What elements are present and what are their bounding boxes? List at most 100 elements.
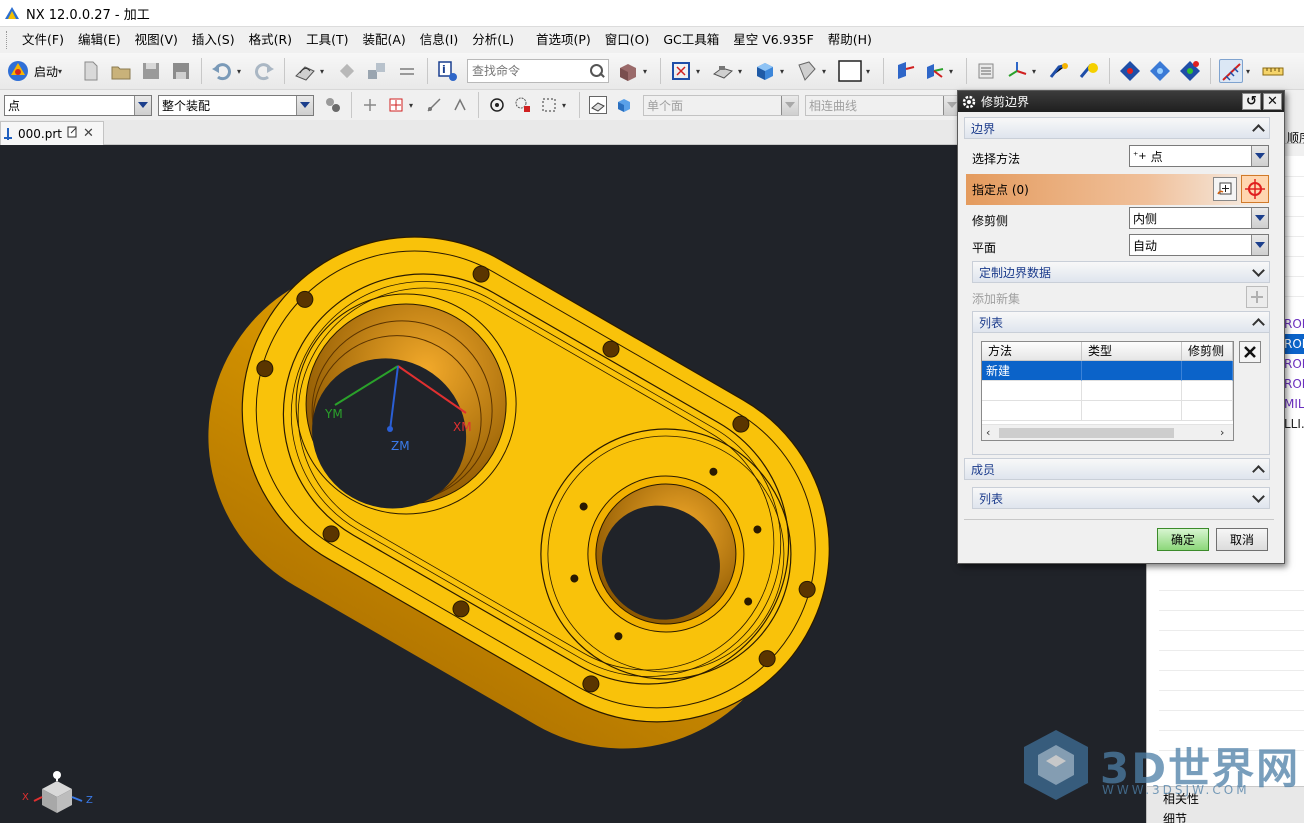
scroll-left-icon[interactable]: ‹ — [986, 426, 990, 439]
pin-icon[interactable] — [4, 127, 13, 140]
select-method-select[interactable]: ⁺+ 点 — [1129, 145, 1269, 167]
section-dropdown-icon[interactable]: ▾ — [822, 67, 830, 76]
boundary-group-header[interactable]: 边界 — [964, 117, 1270, 139]
menu-assembly[interactable]: 装配(A) — [355, 27, 412, 53]
navigator-row[interactable]: ROI — [1284, 337, 1304, 351]
wcs-icon[interactable] — [892, 59, 916, 83]
csys-icon[interactable] — [1005, 59, 1029, 83]
chevron-down-icon[interactable] — [296, 95, 313, 115]
details-panel-label[interactable]: 细节 — [1163, 810, 1187, 823]
dialog-title-bar[interactable]: 修剪边界 ↺ ✕ — [958, 91, 1284, 112]
menu-edit[interactable]: 编辑(E) — [71, 27, 128, 53]
undo-dropdown-icon[interactable]: ▾ — [237, 67, 245, 76]
start-dropdown-icon[interactable]: ▾ — [58, 67, 66, 76]
selection-scope-select[interactable]: 整个装配 — [158, 94, 314, 116]
list-group-header[interactable]: 列表 — [972, 311, 1270, 333]
rectangle-select-icon[interactable] — [540, 96, 558, 114]
csys-snap-icon[interactable] — [451, 96, 469, 114]
boundary-list[interactable]: 方法 类型 修剪侧 新建 ‹ › — [981, 341, 1234, 441]
menu-preferences[interactable]: 首选项(P) — [529, 27, 598, 53]
trim-side-select[interactable]: 内侧 — [1129, 207, 1269, 229]
command-finder[interactable] — [467, 59, 610, 83]
members-group-header[interactable]: 成员 — [964, 458, 1270, 480]
chevron-down-icon[interactable] — [1251, 208, 1268, 228]
snap-center-icon[interactable] — [488, 96, 506, 114]
chevron-down-icon[interactable] — [1251, 146, 1268, 166]
list-row-trim-side[interactable] — [1182, 361, 1233, 381]
menu-format[interactable]: 格式(R) — [242, 27, 299, 53]
members-list-header[interactable]: 列表 — [972, 487, 1270, 509]
background-dropdown-icon[interactable]: ▾ — [866, 67, 874, 76]
fit-view-icon[interactable] — [669, 59, 693, 83]
toolpath-icon[interactable] — [1219, 59, 1244, 83]
dialog-close-button[interactable]: ✕ — [1263, 93, 1282, 110]
render-style-dropdown-icon[interactable]: ▾ — [780, 67, 788, 76]
view-triad-icon[interactable] — [30, 771, 92, 817]
type-filter-select[interactable]: 点 — [4, 94, 152, 116]
add-new-set-button[interactable] — [1246, 286, 1268, 308]
sketch-icon[interactable] — [293, 59, 317, 83]
close-icon[interactable]: ✕ — [83, 126, 94, 141]
wcs-orient-icon[interactable] — [922, 59, 946, 83]
shaded-cube-icon[interactable] — [616, 59, 640, 83]
ok-button[interactable]: 确定 — [1157, 528, 1209, 551]
render-style-icon[interactable] — [753, 59, 777, 83]
list-horizontal-scrollbar[interactable]: ‹ › — [982, 424, 1233, 440]
point-dialog-button[interactable] — [1213, 177, 1237, 201]
navigator-row[interactable]: MIL — [1284, 397, 1304, 411]
command-search-input[interactable] — [472, 64, 583, 78]
snap-settings-icon[interactable] — [514, 96, 532, 114]
xingkong-tool-icon[interactable] — [1077, 59, 1101, 83]
section-view-icon[interactable] — [795, 59, 819, 83]
menu-file[interactable]: 文件(F) — [15, 27, 71, 53]
fit-dropdown-icon[interactable]: ▾ — [696, 67, 704, 76]
cam-op-green-icon[interactable] — [1178, 59, 1202, 83]
csys-dropdown-icon[interactable]: ▾ — [1032, 67, 1040, 76]
vector-icon[interactable] — [425, 96, 443, 114]
chevron-up-icon[interactable] — [1253, 317, 1263, 327]
chevron-down-icon[interactable] — [1253, 267, 1263, 277]
menu-insert[interactable]: 插入(S) — [185, 27, 242, 53]
column-header-method[interactable]: 方法 — [982, 342, 1082, 361]
shaded-body-icon[interactable] — [615, 96, 633, 114]
menu-tools[interactable]: 工具(T) — [299, 27, 355, 53]
scroll-thumb[interactable] — [999, 428, 1174, 438]
menu-grip[interactable] — [6, 31, 9, 49]
save-as-icon[interactable] — [169, 59, 193, 83]
plane-select[interactable]: 自动 — [1129, 234, 1269, 256]
file-tab[interactable]: 000.prt ✕ — [0, 121, 104, 145]
orient-dropdown-icon[interactable]: ▾ — [738, 67, 746, 76]
search-icon[interactable] — [590, 64, 604, 78]
background-color-icon[interactable] — [837, 59, 863, 83]
custom-boundary-data-header[interactable]: 定制边界数据 — [972, 261, 1270, 283]
measure-icon[interactable] — [1261, 59, 1285, 83]
column-header-trim-side[interactable]: 修剪侧 — [1182, 342, 1233, 361]
menu-information[interactable]: 信息(I) — [413, 27, 465, 53]
column-header-type[interactable]: 类型 — [1082, 342, 1182, 361]
chevron-up-icon[interactable] — [1253, 123, 1263, 133]
info-icon[interactable]: i — [436, 59, 460, 83]
layer-settings-icon[interactable] — [975, 59, 999, 83]
new-file-icon[interactable] — [79, 59, 103, 83]
chevron-down-icon[interactable] — [1251, 235, 1268, 255]
navigator-row[interactable]: LLI. — [1284, 417, 1304, 431]
cam-op-red-icon[interactable] — [1118, 59, 1142, 83]
menu-help[interactable]: 帮助(H) — [821, 27, 879, 53]
save-icon[interactable] — [139, 59, 163, 83]
move-object-icon[interactable] — [335, 59, 359, 83]
chevron-down-icon[interactable] — [1253, 493, 1263, 503]
redo-icon[interactable] — [252, 59, 276, 83]
reset-button[interactable]: ↺ — [1242, 93, 1261, 110]
point-constructor-icon[interactable] — [387, 96, 405, 114]
navigator-row[interactable]: ROI — [1284, 317, 1304, 331]
toolpath-dropdown-icon[interactable]: ▾ — [1246, 67, 1254, 76]
scroll-right-icon[interactable]: › — [1220, 426, 1224, 439]
menu-analysis[interactable]: 分析(L) — [465, 27, 521, 53]
highlight-faces-icon[interactable] — [589, 96, 607, 114]
gc-tool-icon[interactable] — [1047, 59, 1071, 83]
layer-icon[interactable] — [365, 59, 389, 83]
assembly-filter-icon[interactable] — [324, 96, 342, 114]
remove-item-button[interactable] — [1239, 341, 1261, 363]
wcs-dropdown-icon[interactable]: ▾ — [949, 67, 957, 76]
render-dropdown-icon[interactable]: ▾ — [643, 67, 651, 76]
